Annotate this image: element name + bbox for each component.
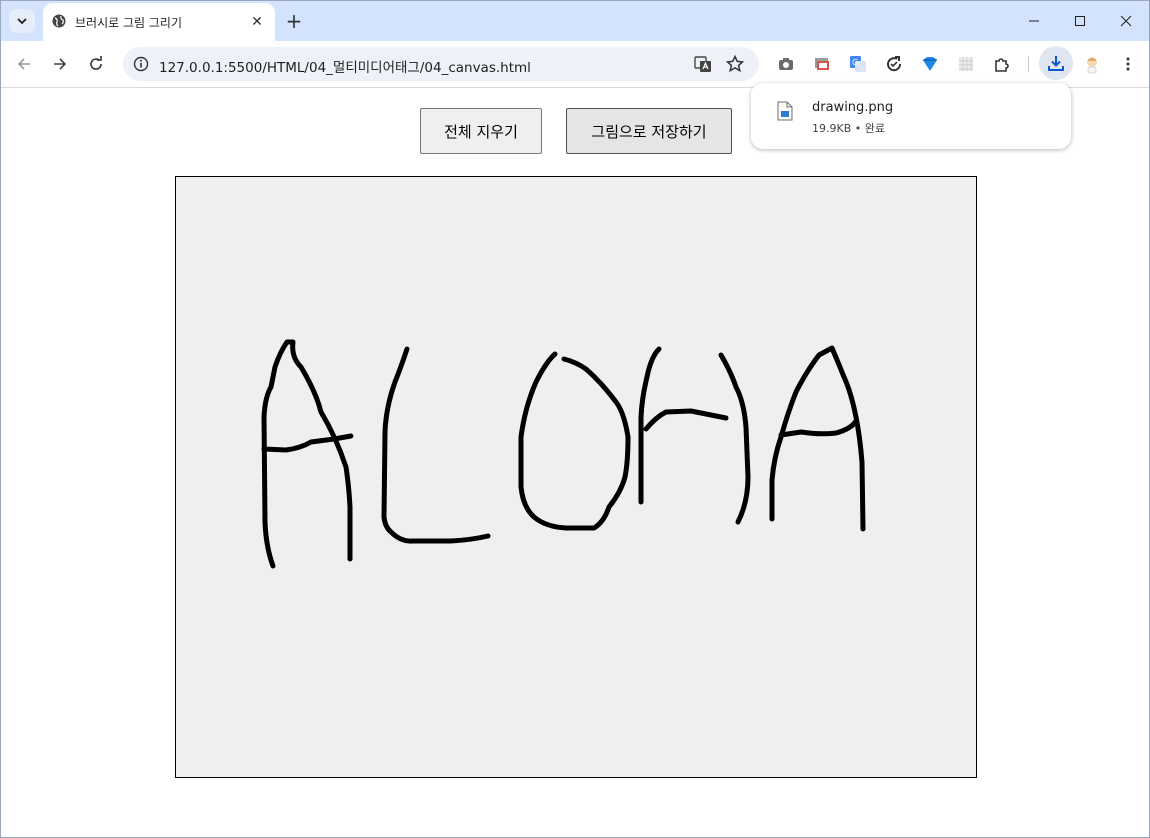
close-window-button[interactable]	[1103, 1, 1149, 41]
downloads-button[interactable]	[1039, 46, 1073, 80]
reload-icon	[90, 56, 102, 70]
download-file-name[interactable]: drawing.png	[812, 100, 893, 115]
browser-toolbar: 127.0.0.1:5500/HTML/04_멀티미디어태그/04_canvas…	[1, 41, 1149, 88]
file-icon	[777, 101, 793, 121]
download-bubble: drawing.png 19.9KB • 완료	[751, 83, 1071, 149]
drawing-stroke-o	[518, 351, 631, 531]
minimize-icon	[1029, 20, 1039, 22]
drawing-stroke-h-bar	[643, 408, 729, 432]
grid-extension-icon[interactable]	[955, 53, 977, 75]
site-info-icon[interactable]	[131, 54, 151, 74]
globe-icon	[52, 14, 66, 28]
download-icon	[1048, 56, 1064, 71]
diamond-extension-icon[interactable]	[919, 53, 941, 75]
drawing-stroke-a1	[261, 339, 353, 569]
sync-extension-icon[interactable]	[883, 53, 905, 75]
reload-button[interactable]	[84, 52, 108, 76]
minimize-button[interactable]	[1011, 1, 1057, 41]
new-tab-button[interactable]: +	[283, 9, 305, 33]
screen-capture-extension-icon[interactable]	[811, 53, 833, 75]
translate-icon[interactable]	[693, 54, 713, 74]
browser-window: 브러시로 그림 그리기 ✕ + 127.0.0.1:5500/HTML/04_멀…	[0, 0, 1150, 838]
extensions-puzzle-icon[interactable]	[991, 53, 1013, 75]
toolbar-separator	[1028, 56, 1029, 72]
download-file-meta: 19.9KB • 완료	[812, 122, 885, 135]
page-content: 전체 지우기 그림으로 저장하기	[1, 88, 1149, 837]
bookmark-star-icon[interactable]	[725, 54, 745, 74]
google-translate-extension-icon[interactable]: G	[847, 53, 869, 75]
drawing-stroke-a2	[769, 345, 866, 532]
profile-avatar-icon[interactable]	[1081, 53, 1103, 75]
tab-search-button[interactable]	[9, 9, 35, 33]
svg-text:G: G	[852, 58, 858, 67]
maximize-button[interactable]	[1057, 1, 1103, 41]
tab-title: 브러시로 그림 그리기	[75, 16, 182, 30]
save-as-image-button[interactable]: 그림으로 저장하기	[566, 108, 732, 154]
url-text[interactable]: 127.0.0.1:5500/HTML/04_멀티미디어태그/04_canvas…	[159, 56, 531, 76]
back-button[interactable]	[12, 52, 36, 76]
menu-kebab-icon[interactable]	[1117, 53, 1139, 75]
drawing-stroke-a2-bar	[778, 418, 859, 438]
forward-button[interactable]	[48, 52, 72, 76]
clear-all-button[interactable]: 전체 지우기	[420, 108, 542, 154]
drawing-stroke-l	[381, 346, 491, 544]
arrow-right-icon	[54, 58, 67, 70]
chevron-down-icon	[17, 18, 27, 25]
camera-extension-icon[interactable]	[775, 53, 797, 75]
tab-close-icon[interactable]: ✕	[248, 13, 266, 31]
address-bar[interactable]: 127.0.0.1:5500/HTML/04_멀티미디어태그/04_canvas…	[123, 47, 759, 81]
drawing-stroke-h2	[718, 352, 751, 525]
tab-strip: 브러시로 그림 그리기 ✕ +	[1, 1, 1149, 41]
canvas-drawing	[261, 339, 866, 569]
maximize-icon	[1075, 16, 1085, 26]
arrow-left-icon	[17, 58, 30, 70]
active-tab[interactable]: 브러시로 그림 그리기 ✕	[43, 3, 275, 41]
drawing-canvas[interactable]	[175, 176, 977, 778]
close-icon	[1120, 15, 1132, 27]
